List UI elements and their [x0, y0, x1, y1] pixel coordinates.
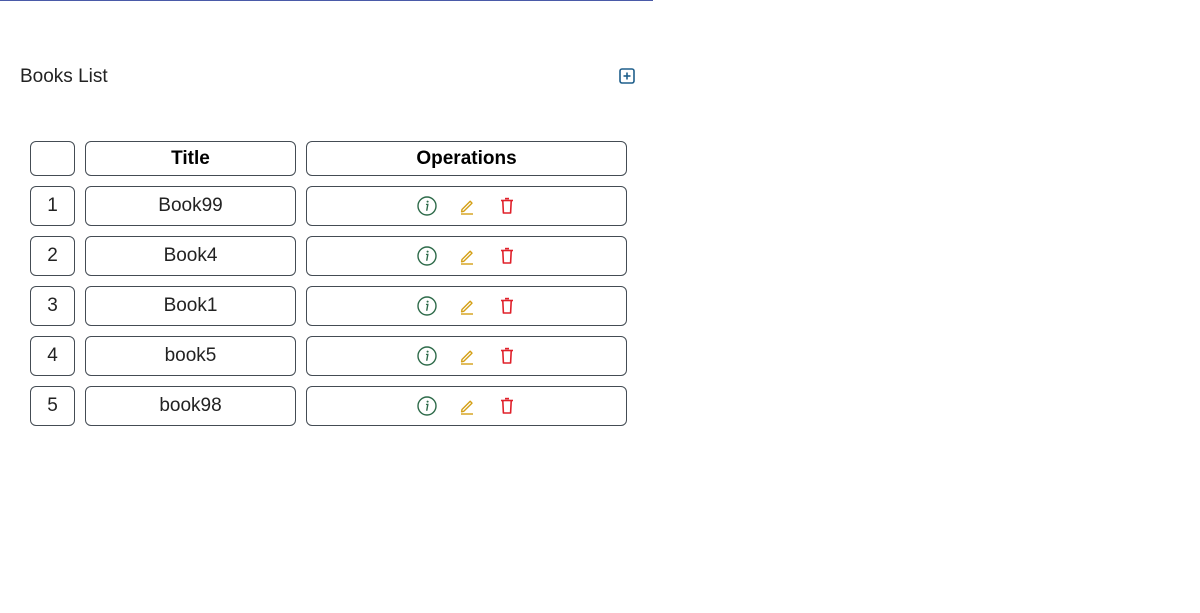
edit-button[interactable] — [457, 346, 477, 366]
operations-group — [416, 196, 517, 216]
plus-square-icon — [619, 68, 635, 84]
add-book-button[interactable] — [619, 68, 635, 84]
row-number: 4 — [30, 336, 75, 376]
info-icon — [416, 196, 437, 216]
info-icon — [416, 246, 437, 266]
book-title-cell: Book1 — [85, 286, 296, 326]
operations-cell — [306, 236, 627, 276]
delete-button[interactable] — [497, 296, 517, 316]
operations-group — [416, 396, 517, 416]
delete-button[interactable] — [497, 396, 517, 416]
info-icon — [416, 296, 437, 316]
info-button[interactable] — [416, 396, 437, 416]
edit-icon — [460, 300, 473, 315]
row-number: 1 — [30, 186, 75, 226]
book-title-cell: Book99 — [85, 186, 296, 226]
info-button[interactable] — [416, 346, 437, 366]
edit-button[interactable] — [457, 196, 477, 216]
delete-icon — [500, 197, 513, 214]
edit-icon — [460, 400, 473, 415]
edit-icon — [460, 350, 473, 365]
edit-button[interactable] — [457, 246, 477, 266]
info-button[interactable] — [416, 246, 437, 266]
operations-cell — [306, 336, 627, 376]
edit-button[interactable] — [457, 396, 477, 416]
info-button[interactable] — [416, 296, 437, 316]
info-button[interactable] — [416, 196, 437, 216]
delete-icon — [500, 297, 513, 314]
row-number: 3 — [30, 286, 75, 326]
delete-icon — [500, 247, 513, 264]
delete-button[interactable] — [497, 196, 517, 216]
delete-icon — [500, 397, 513, 414]
book-title-cell: book5 — [85, 336, 296, 376]
info-icon — [416, 396, 437, 416]
edit-icon — [460, 200, 473, 215]
book-title-cell: Book4 — [85, 236, 296, 276]
info-icon — [416, 346, 437, 366]
top-divider — [0, 0, 653, 1]
operations-cell — [306, 186, 627, 226]
operations-cell — [306, 286, 627, 326]
operations-group — [416, 346, 517, 366]
edit-icon — [460, 250, 473, 265]
column-header-title: Title — [85, 141, 296, 176]
delete-icon — [500, 347, 513, 364]
delete-button[interactable] — [497, 346, 517, 366]
edit-button[interactable] — [457, 296, 477, 316]
operations-cell — [306, 386, 627, 426]
column-header-operations: Operations — [306, 141, 627, 176]
delete-button[interactable] — [497, 246, 517, 266]
operations-group — [416, 296, 517, 316]
page-title: Books List — [20, 66, 108, 87]
book-title-cell: book98 — [85, 386, 296, 426]
operations-group — [416, 246, 517, 266]
column-header-number — [30, 141, 75, 176]
row-number: 5 — [30, 386, 75, 426]
row-number: 2 — [30, 236, 75, 276]
